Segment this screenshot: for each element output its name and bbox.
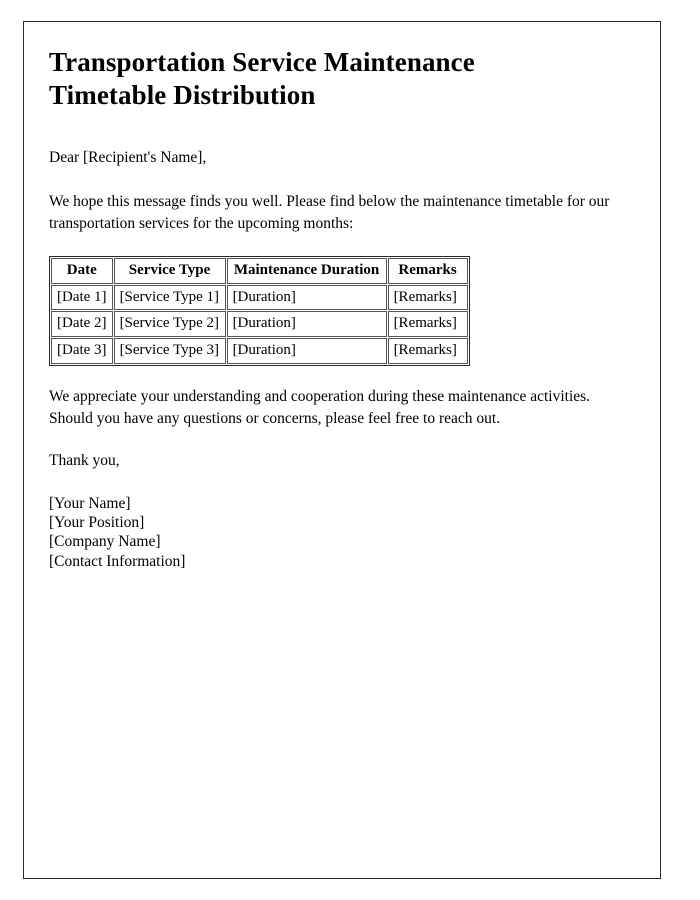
cell-duration: [Duration] (226, 311, 387, 338)
signature-block: [Your Name] [Your Position] [Company Nam… (49, 494, 627, 572)
table-row: [Date 2] [Service Type 2] [Duration] [Re… (51, 311, 468, 338)
column-header-maintenance-duration: Maintenance Duration (226, 257, 387, 284)
cell-date: [Date 2] (51, 311, 113, 338)
signature-company: [Company Name] (49, 533, 161, 551)
cell-date: [Date 3] (51, 338, 113, 364)
document-body: Transportation Service Maintenance Timet… (49, 46, 627, 571)
column-header-date: Date (51, 257, 113, 284)
table-header: Date Service Type Maintenance Duration R… (51, 257, 468, 284)
signature-position: [Your Position] (49, 514, 145, 532)
column-header-service-type: Service Type (113, 257, 226, 284)
cell-remarks: [Remarks] (387, 284, 468, 311)
cell-remarks: [Remarks] (387, 311, 468, 338)
table-row: [Date 3] [Service Type 3] [Duration] [Re… (51, 338, 468, 364)
table-header-row: Date Service Type Maintenance Duration R… (51, 257, 468, 284)
cell-service-type: [Service Type 1] (113, 284, 226, 311)
cell-duration: [Duration] (226, 338, 387, 364)
cell-remarks: [Remarks] (387, 338, 468, 364)
table-body: [Date 1] [Service Type 1] [Duration] [Re… (51, 284, 468, 364)
intro-paragraph: We hope this message finds you well. Ple… (49, 192, 610, 232)
greeting-line: Dear [Recipient's Name], (49, 148, 207, 166)
cell-service-type: [Service Type 2] (113, 311, 226, 338)
column-header-remarks: Remarks (387, 257, 468, 284)
document-page-frame: Transportation Service Maintenance Timet… (23, 21, 661, 879)
signature-contact: [Contact Information] (49, 552, 186, 570)
maintenance-timetable: Date Service Type Maintenance Duration R… (49, 255, 470, 366)
cell-service-type: [Service Type 3] (113, 338, 226, 364)
thanks-line: Thank you, (49, 451, 120, 469)
page-title: Transportation Service Maintenance Timet… (49, 47, 475, 110)
signature-name: [Your Name] (49, 494, 131, 512)
closing-paragraph: We appreciate your understanding and coo… (49, 387, 591, 427)
table-row: [Date 1] [Service Type 1] [Duration] [Re… (51, 284, 468, 311)
cell-date: [Date 1] (51, 284, 113, 311)
cell-duration: [Duration] (226, 284, 387, 311)
